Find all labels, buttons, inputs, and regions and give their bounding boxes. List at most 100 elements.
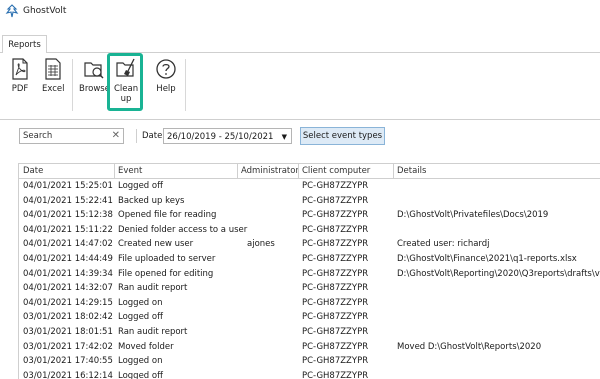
table-row[interactable]: 03/01/2021 18:01:51 Ran audit report PC-GH… bbox=[19, 325, 600, 340]
cell-client-computer: PC-GH87ZZYPR bbox=[302, 268, 369, 279]
cell-event: Ran audit report bbox=[118, 326, 188, 337]
date-label: Date bbox=[142, 131, 163, 141]
cell-client-computer: PC-GH87ZZYPR bbox=[302, 181, 369, 191]
table-row[interactable]: 04/01/2021 14:32:07 Ran audit report PC-GH… bbox=[19, 281, 600, 296]
title-bar: GhostVolt bbox=[0, 0, 600, 22]
cell-event: Opened file for reading bbox=[118, 210, 217, 221]
table-row[interactable]: 03/01/2021 18:02:42 Logged off PC-GH87ZZYP… bbox=[19, 310, 600, 325]
cell-details: Created user: richardj bbox=[397, 239, 490, 250]
cell-date: 04/01/2021 15:11:22 bbox=[23, 224, 113, 235]
cell-event: Logged on bbox=[118, 356, 163, 367]
cell-date: 03/01/2021 18:02:42 bbox=[23, 312, 113, 323]
search-input[interactable] bbox=[23, 130, 108, 142]
column-header-details[interactable]: Details bbox=[397, 166, 426, 176]
events-table: Date Event Administrator Client computer… bbox=[18, 163, 600, 379]
table-row[interactable]: 04/01/2021 14:39:34 File opened for editi… bbox=[19, 267, 600, 282]
ribbon-tabs: Reports bbox=[0, 35, 600, 53]
clear-icon[interactable]: ✕ bbox=[112, 130, 120, 142]
cell-client-computer: PC-GH87ZZYPR bbox=[302, 356, 369, 367]
column-header-date[interactable]: Date bbox=[23, 166, 43, 176]
table-row[interactable]: 04/01/2021 15:25:01 Logged off PC-GH87ZZYP… bbox=[19, 179, 600, 194]
cell-client-computer: PC-GH87ZZYPR bbox=[302, 341, 369, 352]
ribbon-divider bbox=[72, 59, 73, 111]
cell-event: Moved folder bbox=[118, 341, 174, 352]
table-row[interactable]: 03/01/2021 16:12:14 Logged off PC-GH87ZZYP… bbox=[19, 369, 600, 379]
cell-client-computer: PC-GH87ZZYPR bbox=[302, 239, 369, 250]
table-row[interactable]: 04/01/2021 14:47:02 Created new user ajon… bbox=[19, 237, 600, 252]
cleanup-highlight-frame bbox=[107, 53, 143, 111]
column-header-event[interactable]: Event bbox=[118, 166, 142, 176]
table-body: 04/01/2021 15:25:01 Logged off PC-GH87ZZYP… bbox=[19, 179, 600, 379]
tab-reports[interactable]: Reports bbox=[2, 35, 47, 53]
column-header-administrator[interactable]: Administrator bbox=[241, 166, 299, 176]
pdf-icon bbox=[12, 58, 28, 80]
excel-button[interactable]: Excel bbox=[42, 57, 65, 94]
cell-client-computer: PC-GH87ZZYPR bbox=[302, 195, 369, 206]
cell-date: 04/01/2021 14:47:02 bbox=[23, 239, 113, 250]
table-row[interactable]: 04/01/2021 15:22:41 Backed up keys PC-GH87… bbox=[19, 194, 600, 209]
column-divider bbox=[237, 164, 238, 178]
help-label: Help bbox=[156, 84, 176, 94]
browse-button[interactable]: Browse bbox=[79, 57, 110, 94]
cell-details: D:\GhostVolt\Reporting\2020\Q3reports\dr… bbox=[397, 268, 600, 279]
help-icon bbox=[156, 59, 176, 79]
cell-date: 04/01/2021 14:32:07 bbox=[23, 283, 113, 294]
browse-label: Browse bbox=[79, 84, 110, 94]
help-button[interactable]: Help bbox=[155, 57, 177, 94]
cell-client-computer: PC-GH87ZZYPR bbox=[302, 326, 369, 337]
cell-client-computer: PC-GH87ZZYPR bbox=[302, 253, 369, 264]
cell-event: Created new user bbox=[118, 239, 194, 250]
table-row[interactable]: 04/01/2021 15:12:38 Opened file for readi… bbox=[19, 208, 600, 223]
cell-event: File uploaded to server bbox=[118, 253, 216, 264]
table-row[interactable]: 04/01/2021 14:44:49 File uploaded to serv… bbox=[19, 252, 600, 267]
search-field[interactable]: ✕ bbox=[19, 128, 124, 144]
chevron-down-icon: ▼ bbox=[281, 133, 287, 141]
cell-event: File opened for editing bbox=[118, 268, 214, 279]
select-event-types-button[interactable]: Select event types bbox=[300, 127, 385, 145]
column-divider bbox=[393, 164, 394, 178]
pdf-button[interactable]: PDF bbox=[9, 57, 31, 94]
ribbon-divider bbox=[185, 59, 186, 111]
cell-client-computer: PC-GH87ZZYPR bbox=[302, 297, 369, 308]
column-divider bbox=[114, 164, 115, 178]
cell-date: 04/01/2021 15:12:38 bbox=[23, 210, 113, 221]
column-header-client-computer[interactable]: Client computer bbox=[302, 166, 370, 176]
cell-administrator: ajones bbox=[247, 239, 275, 250]
ghostvolt-logo-icon bbox=[5, 4, 19, 18]
cell-details: Moved D:\GhostVolt\Reports\2020 bbox=[397, 341, 542, 352]
pdf-label: PDF bbox=[11, 84, 29, 94]
cell-date: 03/01/2021 17:42:02 bbox=[23, 341, 113, 352]
cell-event: Logged off bbox=[118, 312, 163, 323]
cell-details: D:\GhostVolt\Privatefiles\Docs\2019 bbox=[397, 210, 549, 221]
cell-client-computer: PC-GH87ZZYPR bbox=[302, 283, 369, 294]
cell-date: 04/01/2021 14:39:34 bbox=[23, 268, 113, 279]
cell-date: 04/01/2021 15:22:41 bbox=[23, 195, 113, 206]
cell-event: Backed up keys bbox=[118, 195, 185, 206]
table-row[interactable]: 03/01/2021 17:40:55 Logged on PC-GH87ZZYPR bbox=[19, 354, 600, 369]
app-title: GhostVolt bbox=[23, 6, 67, 16]
filter-divider bbox=[136, 129, 137, 143]
table-row[interactable]: 04/01/2021 14:29:15 Logged on PC-GH87ZZYPR bbox=[19, 296, 600, 311]
cell-event: Ran audit report bbox=[118, 283, 188, 294]
date-range-dropdown[interactable]: 26/10/2019 - 25/10/2021 ▼ bbox=[163, 128, 292, 144]
cell-event: Denied folder access to a user bbox=[118, 224, 248, 235]
cell-date: 04/01/2021 15:25:01 bbox=[23, 181, 113, 191]
cell-details: D:\GhostVolt\Finance\2021\q1-reports.xls… bbox=[397, 253, 577, 264]
table-row[interactable]: 03/01/2021 17:42:02 Moved folder PC-GH87ZZ… bbox=[19, 340, 600, 355]
cell-date: 03/01/2021 18:01:51 bbox=[23, 326, 113, 337]
cell-date: 04/01/2021 14:44:49 bbox=[23, 253, 113, 264]
cell-client-computer: PC-GH87ZZYPR bbox=[302, 210, 369, 221]
cell-event: Logged off bbox=[118, 181, 163, 191]
browse-folder-icon bbox=[84, 62, 104, 79]
date-range-value: 26/10/2019 - 25/10/2021 bbox=[167, 132, 274, 142]
table-row[interactable]: 04/01/2021 15:11:22 Denied folder access … bbox=[19, 223, 600, 238]
cell-client-computer: PC-GH87ZZYPR bbox=[302, 312, 369, 323]
cell-event: Logged on bbox=[118, 297, 163, 308]
excel-label: Excel bbox=[42, 84, 65, 94]
cell-date: 04/01/2021 14:29:15 bbox=[23, 297, 113, 308]
filter-bar: ✕ Date 26/10/2019 - 25/10/2021 ▼ Select … bbox=[0, 127, 600, 147]
ribbon: PDF Excel Browse Clean up Help bbox=[0, 53, 600, 120]
cell-date: 03/01/2021 17:40:55 bbox=[23, 356, 113, 367]
table-header: Date Event Administrator Client computer… bbox=[19, 164, 600, 179]
excel-icon bbox=[45, 58, 61, 80]
